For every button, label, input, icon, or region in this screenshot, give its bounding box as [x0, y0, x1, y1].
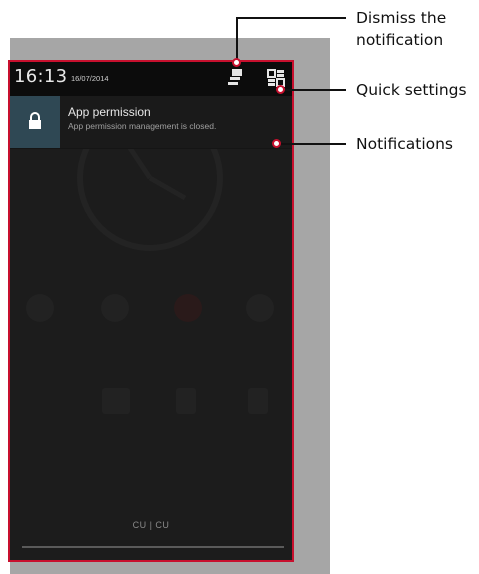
notification-text: App permission management is closed.: [68, 121, 217, 131]
dimmed-home-screen: [26, 148, 274, 414]
callout-label-notifications: Notifications: [356, 135, 454, 153]
notification-icon-tile: [10, 96, 60, 148]
notification-title: App permission: [68, 105, 151, 119]
callout-marker-notifications: [272, 139, 281, 148]
quick-settings-button[interactable]: [267, 69, 285, 87]
dismiss-all-icon: [228, 69, 242, 85]
callout-marker-quick-settings: [276, 85, 285, 94]
dimmed-app-icon: [176, 388, 196, 414]
lock-icon: [29, 112, 41, 129]
quick-settings-icon: [267, 69, 285, 87]
callout-line-dismiss: [236, 17, 238, 62]
dismiss-notifications-button[interactable]: [227, 68, 243, 90]
carrier-label: CU | CU: [132, 520, 170, 530]
dimmed-app-icon: [248, 388, 268, 414]
status-date: 16/07/2014: [71, 74, 109, 83]
dimmed-app-icon: [174, 294, 202, 322]
dimmed-app-icon: [246, 294, 274, 322]
dimmed-app-icon: [102, 388, 130, 414]
callout-label-quick-settings: Quick settings: [356, 81, 467, 99]
shade-drag-handle[interactable]: [22, 546, 284, 548]
dimmed-app-icon: [101, 294, 129, 322]
callout-label-dismiss: Dismiss the notification: [356, 7, 446, 51]
callout-line-notifications: [278, 143, 346, 145]
callout-marker-dismiss: [232, 58, 241, 67]
callout-label-dismiss-line2: notification: [356, 31, 444, 49]
status-time: 16:13: [14, 66, 68, 87]
phone-screen: 16:13 16/07/2014 App permission App perm…: [8, 60, 294, 562]
callout-label-dismiss-line1: Dismiss the: [356, 9, 447, 27]
notification-card[interactable]: App permission App permission management…: [10, 96, 292, 149]
status-bar: 16:13 16/07/2014: [10, 62, 292, 96]
figure: 16:13 16/07/2014 App permission App perm…: [0, 0, 479, 574]
callout-line-quick-settings: [282, 89, 346, 91]
callout-line-dismiss: [236, 17, 346, 19]
dimmed-app-icon: [26, 294, 54, 322]
dimmed-clock-widget: [77, 148, 223, 251]
